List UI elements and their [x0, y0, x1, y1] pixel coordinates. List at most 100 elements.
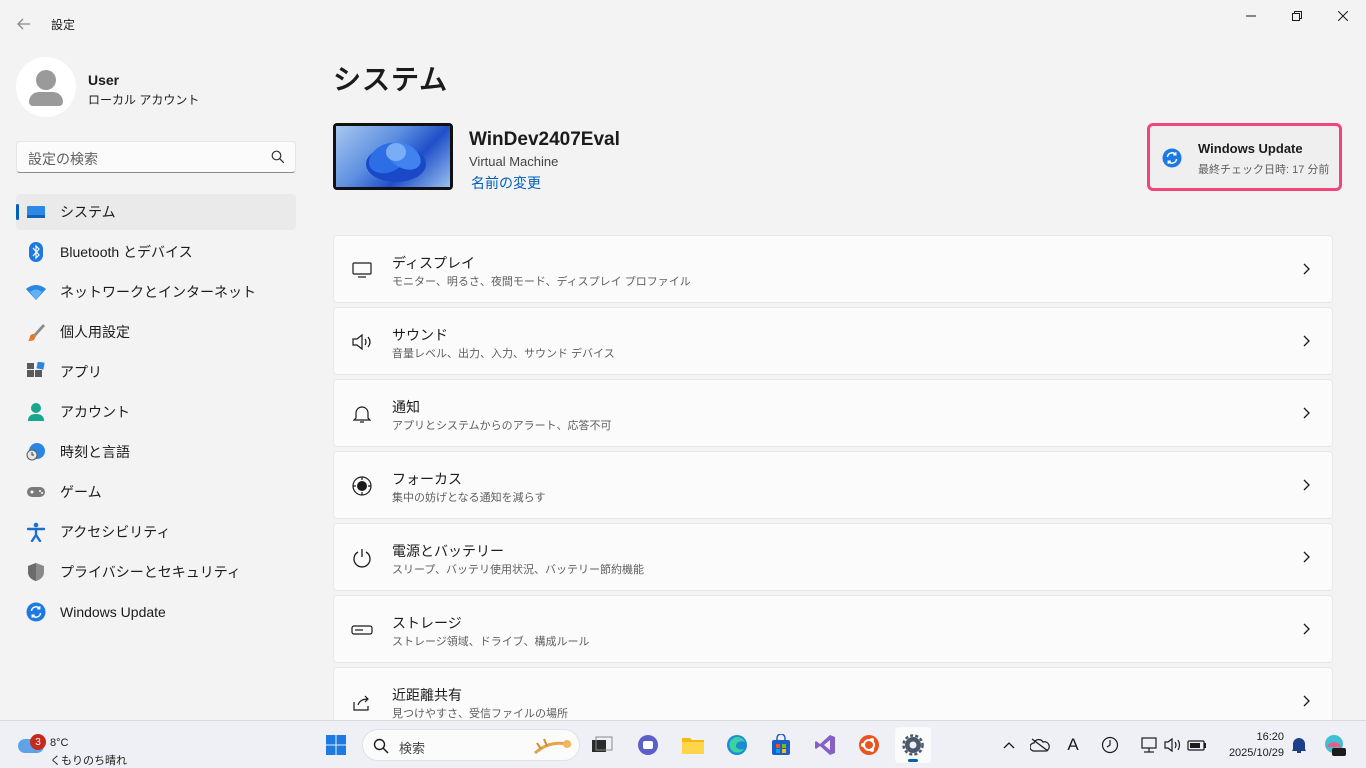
title-bar: 設定: [0, 0, 1366, 48]
brush-icon: [26, 322, 46, 342]
chevron-right-icon: [1303, 695, 1310, 707]
taskbar-search[interactable]: 検索: [362, 729, 580, 761]
bloom-wallpaper-icon: [366, 142, 426, 182]
weather-widget[interactable]: 3 8°C くもりのち晴れ: [16, 729, 136, 767]
search-icon: [373, 738, 389, 754]
sidebar-item-system[interactable]: システム: [16, 194, 296, 230]
card-subtitle: アプリとシステムからのアラート、応答不可: [392, 420, 612, 432]
maximize-button[interactable]: [1274, 0, 1320, 32]
edge-button[interactable]: [719, 727, 755, 763]
battery-tray-button[interactable]: [1187, 735, 1207, 755]
chevron-right-icon: [1303, 479, 1310, 491]
start-button[interactable]: [318, 727, 354, 763]
weather-condition: くもりのち晴れ: [50, 755, 127, 767]
sidebar-item-personalization[interactable]: 個人用設定: [16, 314, 296, 350]
card-title: サウンド: [392, 327, 448, 343]
clock[interactable]: 16:20 2025/10/29: [1218, 729, 1284, 761]
card-title: 近距離共有: [392, 687, 462, 703]
sidebar-item-apps[interactable]: アプリ: [16, 354, 296, 390]
weather-badge: 3: [30, 734, 46, 750]
globe-clock-icon: [26, 442, 46, 462]
edge-icon: [727, 735, 747, 755]
gear-icon: [902, 734, 924, 756]
card-storage[interactable]: ストレージ ストレージ領域、ドライブ、構成ルール: [333, 595, 1333, 663]
page-title: システム: [333, 64, 449, 95]
card-focus[interactable]: フォーカス 集中の妨げとなる通知を減らす: [333, 451, 1333, 519]
sidebar-item-windows-update[interactable]: Windows Update: [16, 594, 296, 630]
sidebar-item-label: Bluetooth とデバイス: [60, 244, 193, 260]
chevron-right-icon: [1303, 335, 1310, 347]
visual-studio-icon: [815, 735, 835, 755]
speaker-icon: [350, 330, 374, 354]
sidebar-nav: システム Bluetooth とデバイス ネットワークとインターネット 個人用設…: [16, 194, 296, 634]
gamepad-icon: [26, 482, 46, 502]
back-button[interactable]: [10, 10, 38, 38]
teams-chat-button[interactable]: [630, 727, 666, 763]
card-subtitle: ストレージ領域、ドライブ、構成ルール: [392, 636, 590, 648]
card-title: フォーカス: [392, 471, 462, 487]
folder-icon: [682, 738, 704, 754]
settings-search-input[interactable]: 設定の検索: [16, 141, 296, 173]
card-title: 通知: [392, 399, 420, 415]
search-highlight-icon: [534, 738, 572, 755]
onedrive-tray-button[interactable]: [1030, 735, 1050, 755]
task-view-button[interactable]: [584, 727, 620, 763]
store-button[interactable]: [763, 727, 799, 763]
network-tray-button[interactable]: [1139, 735, 1159, 755]
power-icon: [350, 546, 374, 570]
card-notifications[interactable]: 通知 アプリとシステムからのアラート、応答不可: [333, 379, 1333, 447]
sidebar-item-bluetooth[interactable]: Bluetooth とデバイス: [16, 234, 296, 270]
sidebar-item-privacy[interactable]: プライバシーとセキュリティ: [16, 554, 296, 590]
ime-mode-indicator[interactable]: A: [1063, 735, 1083, 755]
card-subtitle: 見つけやすさ、受信ファイルの場所: [392, 708, 568, 720]
system-icon: [26, 202, 46, 222]
chevron-right-icon: [1303, 551, 1310, 563]
sidebar-item-label: プライバシーとセキュリティ: [60, 564, 241, 580]
card-subtitle: 音量レベル、出力、入力、サウンド デバイス: [392, 348, 615, 360]
device-type: Virtual Machine: [469, 154, 559, 169]
card-display[interactable]: ディスプレイ モニター、明るさ、夜間モード、ディスプレイ プロファイル: [333, 235, 1333, 303]
sidebar-item-time-language[interactable]: 時刻と言語: [16, 434, 296, 470]
sidebar-item-network[interactable]: ネットワークとインターネット: [16, 274, 296, 310]
sidebar-item-label: システム: [60, 204, 116, 220]
notification-button[interactable]: [1289, 735, 1309, 755]
close-button[interactable]: [1320, 0, 1366, 32]
shield-icon: [26, 562, 46, 582]
card-subtitle: 集中の妨げとなる通知を減らす: [392, 492, 546, 504]
user-profile[interactable]: User ローカル アカウント: [16, 57, 296, 117]
share-icon: [350, 690, 374, 714]
show-hidden-icons-button[interactable]: [999, 735, 1019, 755]
settings-taskbar-button[interactable]: [895, 727, 931, 763]
volume-tray-button[interactable]: [1163, 735, 1183, 755]
accessibility-icon: [26, 522, 46, 542]
sidebar-item-accounts[interactable]: アカウント: [16, 394, 296, 430]
person-icon: [26, 402, 46, 422]
focus-icon: [350, 474, 374, 498]
sidebar-item-accessibility[interactable]: アクセシビリティ: [16, 514, 296, 550]
settings-card-list: ディスプレイ モニター、明るさ、夜間モード、ディスプレイ プロファイル サウンド…: [333, 235, 1333, 739]
card-power[interactable]: 電源とバッテリー スリープ、バッテリ使用状況、バッテリー節約機能: [333, 523, 1333, 591]
sidebar-item-gaming[interactable]: ゲーム: [16, 474, 296, 510]
ubuntu-icon: [859, 735, 879, 755]
copilot-preview-button[interactable]: [1322, 733, 1346, 757]
bluetooth-icon: [26, 242, 46, 262]
account-type: ローカル アカウント: [88, 93, 200, 107]
store-icon: [772, 734, 790, 755]
card-sound[interactable]: サウンド 音量レベル、出力、入力、サウンド デバイス: [333, 307, 1333, 375]
storage-icon: [350, 618, 374, 642]
minimize-button[interactable]: [1228, 0, 1274, 32]
chevron-right-icon: [1303, 263, 1310, 275]
wifi-icon: [26, 282, 46, 302]
clock-time: 16:20: [1256, 731, 1284, 743]
windows-update-shortcut[interactable]: Windows Update 最終チェック日時: 17 分前: [1147, 123, 1342, 191]
avatar: [16, 57, 76, 117]
rename-link[interactable]: 名前の変更: [471, 173, 541, 193]
file-explorer-button[interactable]: [675, 727, 711, 763]
visual-studio-button[interactable]: [807, 727, 843, 763]
card-title: 電源とバッテリー: [392, 543, 504, 559]
copilot-tray-button[interactable]: [1100, 735, 1120, 755]
sidebar-item-label: 時刻と言語: [60, 444, 130, 460]
chevron-right-icon: [1303, 407, 1310, 419]
clock-circle-icon: [1101, 736, 1119, 754]
ubuntu-button[interactable]: [851, 727, 887, 763]
